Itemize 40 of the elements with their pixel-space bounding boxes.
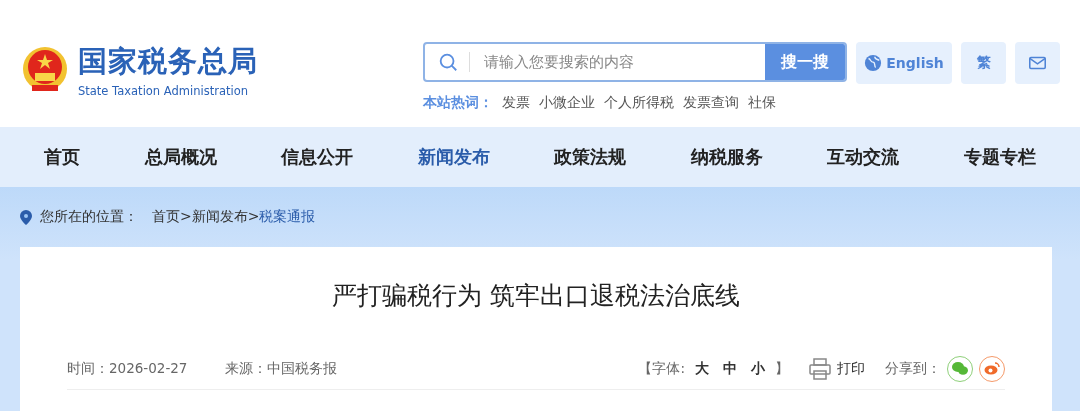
breadcrumb-link[interactable]: 首页 — [152, 208, 180, 226]
article-title: 严打骗税行为 筑牢出口退税法治底线 — [331, 280, 741, 312]
nav-item[interactable]: 纳税服务 — [690, 145, 763, 169]
hot-word-link[interactable]: 社保 — [748, 94, 776, 112]
breadcrumb-separator: > — [247, 208, 260, 226]
nav-item[interactable]: 专题专栏 — [963, 145, 1036, 169]
globe-icon — [864, 54, 883, 72]
hot-words-label: 本站热词： — [423, 94, 493, 112]
mail-button[interactable] — [1015, 42, 1060, 84]
chat-bubbles-icon — [952, 362, 968, 375]
article-source: 来源：中国税务报 — [225, 359, 338, 378]
hot-word-link[interactable]: 个人所得税 — [604, 94, 674, 112]
nav-item[interactable]: 首页 — [44, 145, 81, 169]
site-name-english: State Taxation Administration — [78, 84, 249, 98]
breadcrumb-label: 您所在的位置： — [40, 208, 138, 226]
font-size-link[interactable]: 小 — [751, 359, 765, 378]
share-label: 分享到： — [885, 359, 941, 378]
location-pin-icon — [20, 209, 32, 225]
breadcrumb-link[interactable]: 新闻发布 — [191, 208, 248, 226]
font-size-link[interactable]: 中 — [723, 359, 737, 378]
nav-item[interactable]: 总局概况 — [144, 145, 217, 169]
nav-item[interactable]: 政策法规 — [554, 145, 627, 169]
font-size-label: 【字体: — [638, 359, 685, 378]
hot-word-link[interactable]: 发票查询 — [683, 94, 739, 112]
nav-item[interactable]: 互动交流 — [827, 145, 900, 169]
nav-item[interactable]: 新闻发布 — [417, 145, 490, 169]
eye-swirl-icon — [984, 362, 1000, 375]
breadcrumb-link[interactable]: 税案通报 — [259, 208, 316, 226]
breadcrumb-separator: > — [180, 208, 192, 226]
hot-word-link[interactable]: 发票 — [502, 94, 530, 112]
publish-time: 时间：2026-02-27 — [67, 359, 188, 378]
print-link[interactable]: 打印 — [837, 359, 865, 378]
printer-icon[interactable] — [809, 357, 831, 380]
hot-word-link[interactable]: 小微企业 — [539, 94, 595, 112]
nav-item[interactable]: 信息公开 — [281, 145, 354, 169]
mail-icon — [1029, 55, 1046, 71]
font-size-bracket: 】 — [775, 359, 789, 378]
site-name: 国家税务总局 — [78, 43, 258, 80]
search-icon — [437, 51, 459, 73]
font-size-link[interactable]: 大 — [695, 359, 709, 378]
